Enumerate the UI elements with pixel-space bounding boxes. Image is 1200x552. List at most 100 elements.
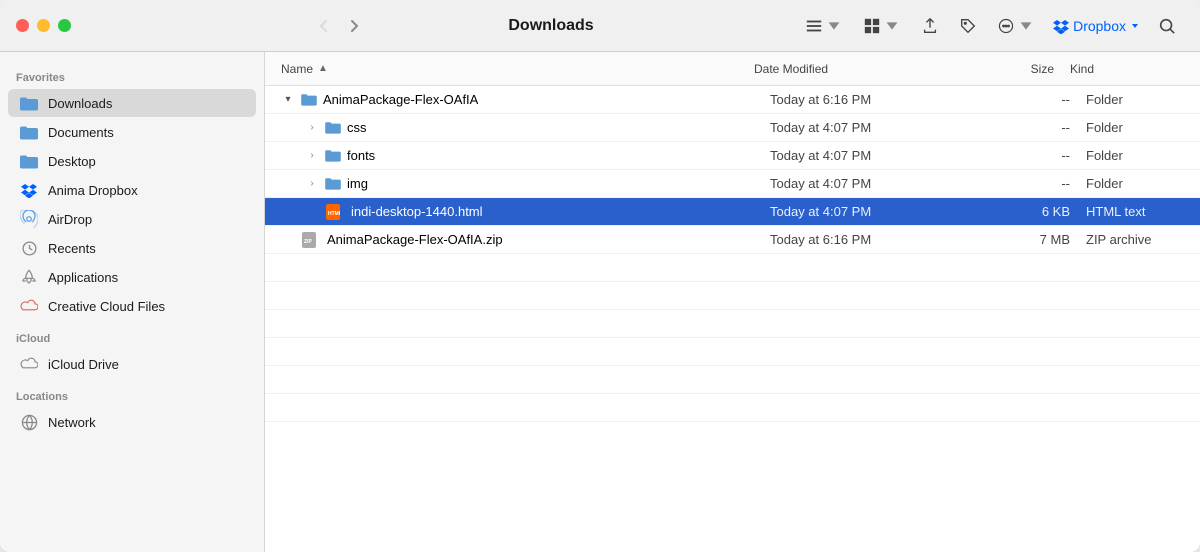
file-kind: Folder bbox=[1070, 92, 1200, 107]
icloud-header: iCloud bbox=[0, 321, 264, 349]
sidebar-item-documents[interactable]: Documents bbox=[8, 118, 256, 146]
sidebar-item-icloud-drive[interactable]: iCloud Drive bbox=[8, 350, 256, 378]
file-name: css bbox=[347, 120, 367, 135]
sidebar-label-creative-cloud: Creative Cloud Files bbox=[48, 299, 165, 314]
file-name: AnimaPackage-Flex-OAfIA bbox=[323, 92, 478, 107]
sidebar: Favorites Downloads Documents bbox=[0, 52, 265, 552]
sidebar-item-creative-cloud[interactable]: Creative Cloud Files bbox=[8, 292, 256, 320]
folder-icon bbox=[301, 92, 317, 108]
col-header-kind[interactable]: Kind bbox=[1054, 62, 1184, 76]
file-list: ▾ AnimaPackage-Flex-OAfIA Today at 6:16 … bbox=[265, 86, 1200, 552]
file-kind: Folder bbox=[1070, 176, 1200, 191]
icloud-icon bbox=[20, 355, 38, 373]
rocket-icon bbox=[20, 268, 38, 286]
list-view-button[interactable] bbox=[797, 13, 851, 39]
table-row-empty bbox=[265, 282, 1200, 310]
file-kind: Folder bbox=[1070, 148, 1200, 163]
sidebar-item-anima-dropbox[interactable]: Anima Dropbox bbox=[8, 176, 256, 204]
sidebar-label-icloud-drive: iCloud Drive bbox=[48, 357, 119, 372]
table-row[interactable]: › css Today at 4:07 PM -- Folder bbox=[265, 114, 1200, 142]
table-row[interactable]: › fonts Today at 4:07 PM -- Folder bbox=[265, 142, 1200, 170]
sidebar-label-anima-dropbox: Anima Dropbox bbox=[48, 183, 138, 198]
file-name: AnimaPackage-Flex-OAfIA.zip bbox=[327, 232, 503, 247]
sidebar-label-downloads: Downloads bbox=[48, 96, 112, 111]
table-row-empty bbox=[265, 366, 1200, 394]
file-size: 6 KB bbox=[990, 204, 1070, 219]
expand-button[interactable]: › bbox=[305, 149, 319, 163]
folder-icon-desktop bbox=[20, 152, 38, 170]
table-row-empty bbox=[265, 310, 1200, 338]
zip-file-icon: ZIP bbox=[301, 232, 317, 248]
dropbox-icon bbox=[20, 181, 38, 199]
sidebar-item-downloads[interactable]: Downloads bbox=[8, 89, 256, 117]
file-kind: Folder bbox=[1070, 120, 1200, 135]
minimize-button[interactable] bbox=[37, 19, 50, 32]
file-date: Today at 4:07 PM bbox=[770, 204, 990, 219]
maximize-button[interactable] bbox=[58, 19, 71, 32]
file-row-name: ZIP AnimaPackage-Flex-OAfIA.zip bbox=[281, 232, 770, 248]
file-kind: HTML text bbox=[1070, 204, 1200, 219]
column-headers: Name ▲ Date Modified Size Kind bbox=[265, 52, 1200, 86]
close-button[interactable] bbox=[16, 19, 29, 32]
sidebar-label-network: Network bbox=[48, 415, 96, 430]
sidebar-item-network[interactable]: Network bbox=[8, 408, 256, 436]
sidebar-item-airdrop[interactable]: AirDrop bbox=[8, 205, 256, 233]
expand-button bbox=[305, 205, 319, 219]
file-size: -- bbox=[990, 176, 1070, 191]
share-button[interactable] bbox=[913, 13, 947, 39]
creative-cloud-icon bbox=[20, 297, 38, 315]
col-header-size[interactable]: Size bbox=[974, 62, 1054, 76]
table-row[interactable]: HTML indi-desktop-1440.html Today at 4:0… bbox=[265, 198, 1200, 226]
file-date: Today at 4:07 PM bbox=[770, 176, 990, 191]
file-size: -- bbox=[990, 120, 1070, 135]
file-row-name: › fonts bbox=[305, 148, 770, 164]
file-row-name: HTML indi-desktop-1440.html bbox=[305, 204, 770, 220]
folder-icon bbox=[20, 94, 38, 112]
table-row[interactable]: ZIP AnimaPackage-Flex-OAfIA.zip Today at… bbox=[265, 226, 1200, 254]
window-controls bbox=[0, 19, 87, 32]
folder-icon-documents bbox=[20, 123, 38, 141]
back-button[interactable] bbox=[313, 15, 335, 37]
html-file-icon: HTML bbox=[325, 204, 341, 220]
locations-header: Locations bbox=[0, 379, 264, 407]
file-date: Today at 6:16 PM bbox=[770, 232, 990, 247]
table-row-empty bbox=[265, 394, 1200, 422]
toolbar-title: Downloads bbox=[313, 17, 789, 35]
table-row-empty bbox=[265, 338, 1200, 366]
search-button[interactable] bbox=[1150, 13, 1184, 39]
toolbar-actions: Dropbox bbox=[797, 13, 1184, 39]
folder-icon bbox=[325, 176, 341, 192]
more-button[interactable] bbox=[989, 13, 1043, 39]
expand-button[interactable]: › bbox=[305, 177, 319, 191]
title-bar: Downloads bbox=[0, 0, 1200, 52]
sidebar-item-desktop[interactable]: Desktop bbox=[8, 147, 256, 175]
sidebar-item-applications[interactable]: Applications bbox=[8, 263, 256, 291]
file-date: Today at 6:16 PM bbox=[770, 92, 990, 107]
grid-view-button[interactable] bbox=[855, 13, 909, 39]
folder-icon bbox=[325, 148, 341, 164]
finder-window: Downloads bbox=[0, 0, 1200, 552]
sidebar-label-desktop: Desktop bbox=[48, 154, 96, 169]
table-row-empty bbox=[265, 254, 1200, 282]
file-row-name: › img bbox=[305, 176, 770, 192]
expand-button bbox=[281, 233, 295, 247]
table-row[interactable]: ▾ AnimaPackage-Flex-OAfIA Today at 6:16 … bbox=[265, 86, 1200, 114]
sidebar-item-recents[interactable]: Recents bbox=[8, 234, 256, 262]
airdrop-icon bbox=[20, 210, 38, 228]
expand-button[interactable]: › bbox=[305, 121, 319, 135]
col-header-date[interactable]: Date Modified bbox=[754, 62, 974, 76]
dropbox-button[interactable]: Dropbox bbox=[1047, 14, 1146, 38]
file-row-name: ▾ AnimaPackage-Flex-OAfIA bbox=[281, 92, 770, 108]
dropbox-label: Dropbox bbox=[1073, 18, 1126, 34]
favorites-header: Favorites bbox=[0, 60, 264, 88]
expand-button[interactable]: ▾ bbox=[281, 93, 295, 107]
folder-icon bbox=[325, 120, 341, 136]
file-size: -- bbox=[990, 148, 1070, 163]
col-header-name[interactable]: Name ▲ bbox=[281, 62, 754, 76]
file-name: img bbox=[347, 176, 368, 191]
tag-button[interactable] bbox=[951, 13, 985, 39]
table-row[interactable]: › img Today at 4:07 PM -- Folder bbox=[265, 170, 1200, 198]
svg-text:HTML: HTML bbox=[328, 211, 340, 217]
sidebar-label-applications: Applications bbox=[48, 270, 118, 285]
file-kind: ZIP archive bbox=[1070, 232, 1200, 247]
